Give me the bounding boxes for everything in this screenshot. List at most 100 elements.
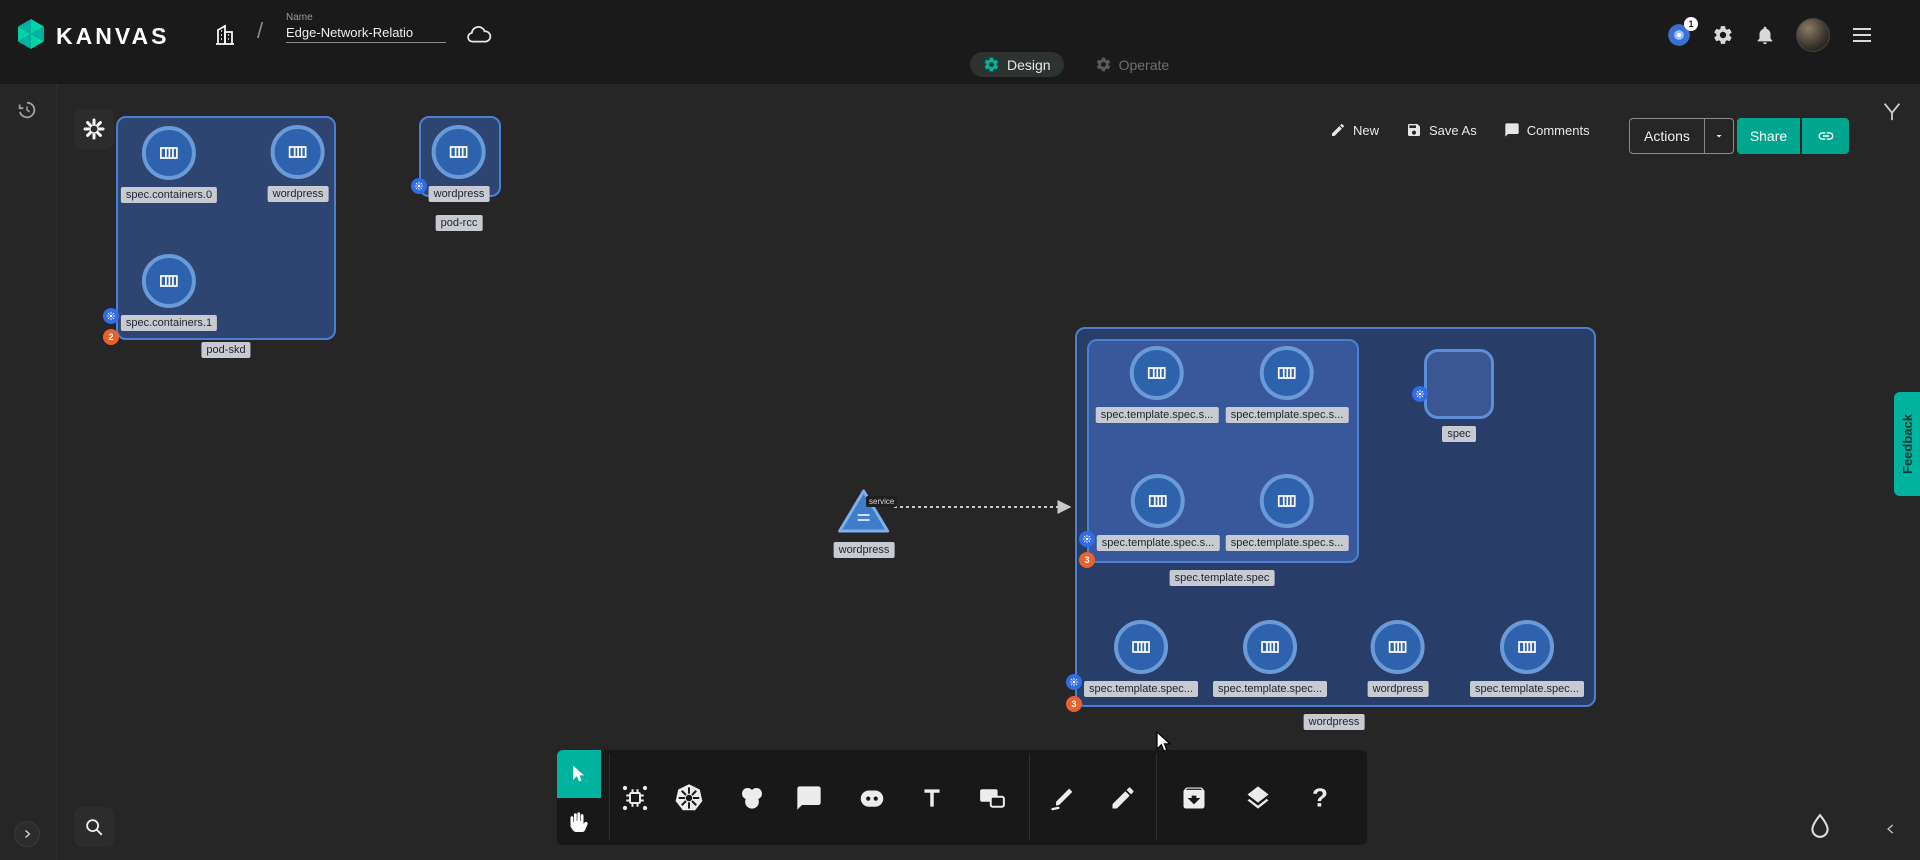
copy-link-button[interactable] (1802, 118, 1849, 154)
container-icon (271, 125, 325, 179)
hamburger-menu-icon[interactable] (1850, 23, 1874, 47)
rectangle-tool[interactable] (977, 783, 1007, 813)
kubernetes-badge (1066, 674, 1082, 690)
chevron-right-icon (21, 828, 33, 840)
node-label: wordpress (429, 186, 490, 202)
tab-design-label: Design (1007, 57, 1051, 73)
ink-drop-button[interactable] (1806, 812, 1834, 840)
container-icon (1500, 620, 1554, 674)
kubernetes-badge (1079, 531, 1095, 547)
comments-label: Comments (1527, 123, 1590, 138)
doodle-tool[interactable] (857, 783, 887, 813)
node-spec[interactable]: spec (1424, 349, 1494, 442)
provider-badge-icon[interactable]: 1 (1666, 22, 1692, 48)
kubernetes-badge (411, 178, 427, 194)
comment-tool[interactable] (795, 784, 823, 812)
actions-dropdown-button[interactable]: Actions (1629, 118, 1734, 154)
group-spec-template-spec-label[interactable]: spec.template.spec (1170, 570, 1275, 586)
dock-divider (1029, 754, 1030, 840)
node-label: spec.template.spec.s... (1226, 535, 1349, 551)
collapse-right-panel-button[interactable] (1884, 822, 1898, 836)
settings-gear-icon[interactable] (1712, 24, 1734, 46)
group-wordpress-label[interactable]: wordpress (1304, 714, 1365, 730)
group-pod-rcc-label[interactable]: pod-rcc (436, 215, 483, 231)
kanvas-app: KANVAS / Name Design Operate (0, 0, 1920, 860)
archive-tool[interactable] (1180, 784, 1208, 812)
chevron-down-icon[interactable] (1704, 119, 1733, 153)
comments-button[interactable]: Comments (1504, 122, 1590, 138)
node-wordpress-row[interactable]: wordpress (1368, 620, 1429, 697)
container-icon (1131, 474, 1185, 528)
new-design-button[interactable]: New (1330, 122, 1379, 138)
dock-divider (609, 754, 610, 840)
history-icon[interactable] (16, 99, 38, 121)
node-label: wordpress (1368, 681, 1429, 697)
node-label: spec (1442, 426, 1475, 442)
link-icon (1817, 127, 1835, 145)
node-wordpress-pod-rcc[interactable]: wordpress (429, 125, 490, 202)
container-icon (1114, 620, 1168, 674)
error-count-badge[interactable]: 3 (1079, 552, 1095, 568)
node-wordpress-pod-skd[interactable]: wordpress (268, 125, 329, 202)
help-tool[interactable]: ? (1312, 783, 1328, 814)
save-icon (1406, 122, 1422, 138)
text-tool[interactable] (919, 785, 945, 811)
node-label: wordpress (268, 186, 329, 202)
pan-hand-tool[interactable] (567, 810, 591, 834)
comment-icon (1504, 122, 1520, 138)
node-template-row-a[interactable]: spec.template.spec... (1084, 620, 1198, 697)
node-spec-containers-1[interactable]: spec.containers.1 (121, 254, 217, 331)
node-template-row-b[interactable]: spec.template.spec... (1213, 620, 1327, 697)
user-avatar[interactable] (1796, 18, 1830, 52)
expand-left-panel-button[interactable] (14, 821, 40, 847)
node-label: spec.template.spec... (1470, 681, 1584, 697)
hierarchy-y-icon[interactable] (1881, 100, 1903, 122)
cloud-sync-icon[interactable] (464, 24, 492, 46)
kubernetes-wheel-icon (674, 783, 704, 813)
freehand-pencil-tool[interactable] (1109, 784, 1137, 812)
error-count-badge[interactable]: 3 (1066, 696, 1082, 712)
container-icon (142, 126, 196, 180)
container-icon (1243, 620, 1297, 674)
container-icon (1371, 620, 1425, 674)
kubernetes-badge (103, 308, 119, 324)
group-pod-skd-label[interactable]: pod-skd (201, 342, 250, 358)
node-template-row-d[interactable]: spec.template.spec... (1470, 620, 1584, 697)
feedback-tab[interactable]: Feedback (1894, 392, 1920, 496)
node-template-spec-b[interactable]: spec.template.spec.s... (1226, 346, 1349, 423)
edge-pencil-tool[interactable] (1049, 784, 1077, 812)
dock-divider (1156, 754, 1157, 840)
kanvas-logo-icon[interactable] (14, 17, 48, 51)
kubernetes-tool[interactable] (674, 783, 704, 813)
breadcrumb-slash: / (257, 18, 263, 44)
node-template-spec-c[interactable]: spec.template.spec.s... (1097, 474, 1220, 551)
node-spec-containers-0[interactable]: spec.containers.0 (121, 126, 217, 203)
save-as-button[interactable]: Save As (1406, 122, 1477, 138)
node-label: spec.containers.1 (121, 315, 217, 331)
organization-icon[interactable] (213, 23, 237, 47)
tab-operate[interactable]: Operate (1082, 52, 1183, 77)
error-count-badge[interactable]: 2 (103, 329, 119, 345)
tab-operate-label: Operate (1119, 57, 1170, 73)
design-name-input[interactable] (286, 23, 446, 43)
select-cursor-tool[interactable] (557, 750, 601, 798)
tab-design[interactable]: Design (970, 52, 1064, 77)
spec-shape (1424, 349, 1494, 419)
node-template-spec-a[interactable]: spec.template.spec.s... (1096, 346, 1219, 423)
zoom-search-button[interactable] (74, 807, 114, 847)
service-edge[interactable] (878, 493, 1078, 521)
node-label: spec.template.spec... (1213, 681, 1327, 697)
components-flower-button[interactable] (74, 109, 114, 149)
node-template-spec-d[interactable]: spec.template.spec.s... (1226, 474, 1349, 551)
node-label: spec.template.spec... (1084, 681, 1198, 697)
node-label: wordpress (834, 542, 895, 558)
layers-tool[interactable] (1244, 784, 1272, 812)
drop-icon (1806, 812, 1834, 840)
share-button[interactable]: Share (1737, 118, 1800, 154)
component-chip-tool[interactable] (620, 783, 650, 813)
logo-wordmark: KANVAS (56, 23, 169, 50)
node-label: spec.template.spec.s... (1226, 407, 1349, 423)
notifications-bell-icon[interactable] (1754, 24, 1776, 46)
shapes-tool[interactable] (737, 783, 767, 813)
cursor-icon (569, 764, 589, 784)
